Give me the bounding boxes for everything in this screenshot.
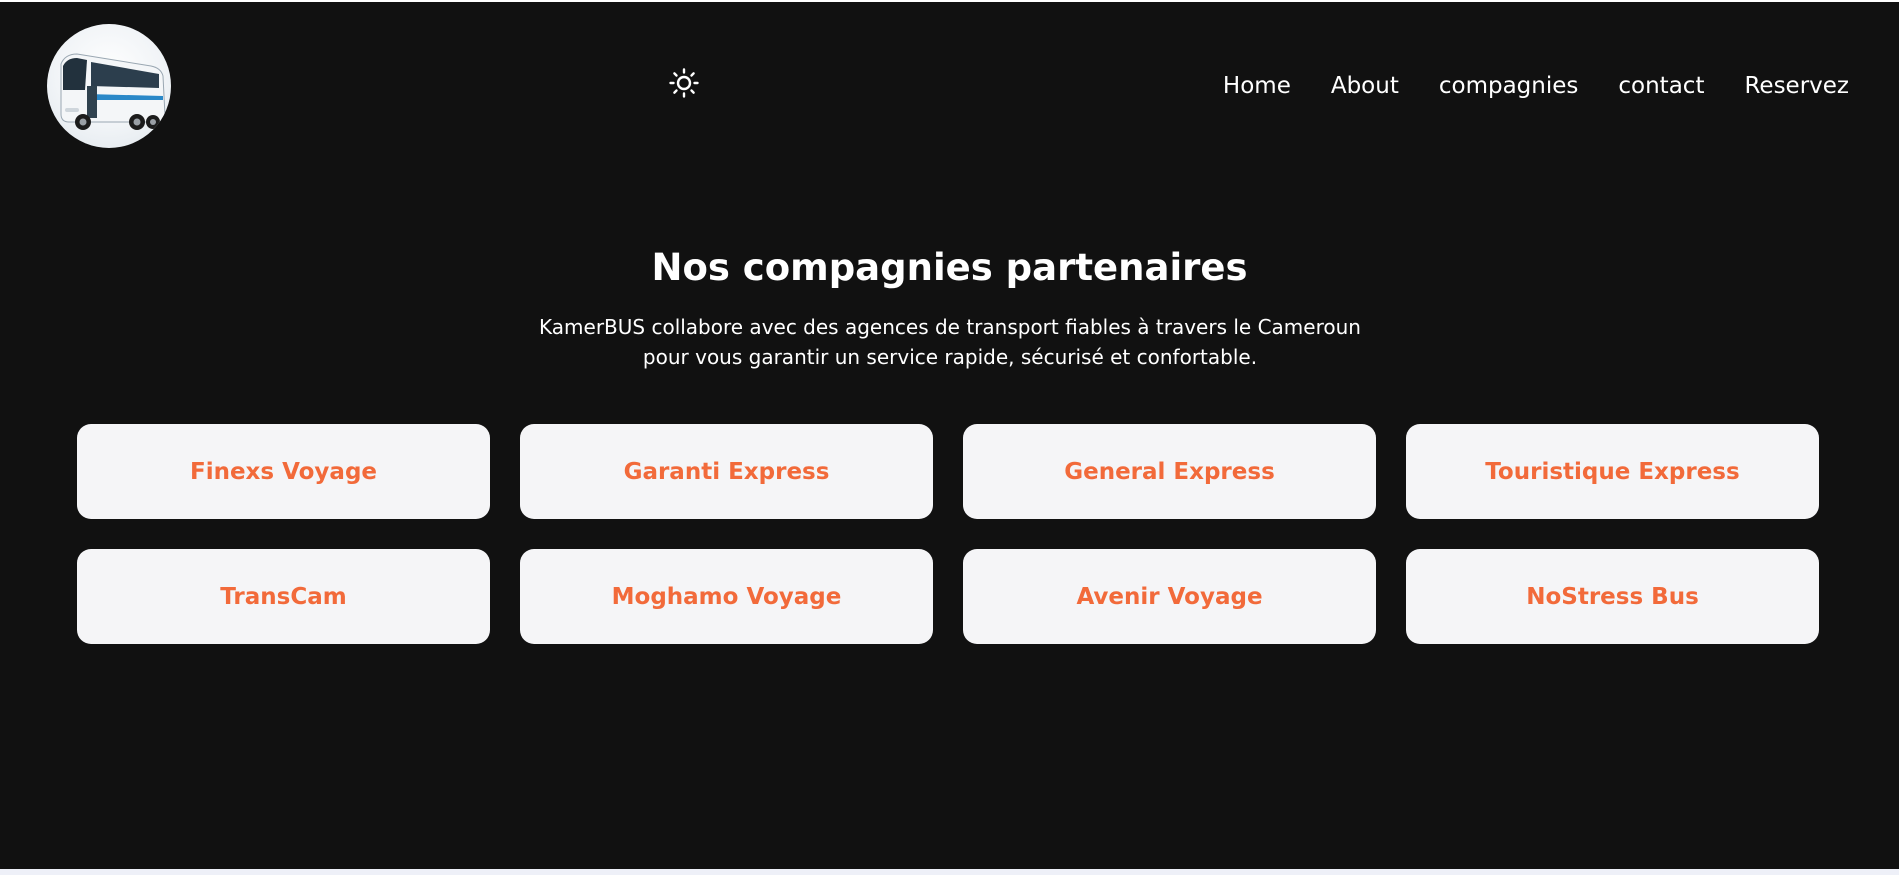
company-name: Moghamo Voyage <box>611 583 842 610</box>
nav-reservez[interactable]: Reservez <box>1744 68 1849 104</box>
company-name: General Express <box>1064 458 1275 485</box>
page: Home About compagnies contact Reservez N… <box>0 0 1899 869</box>
company-name: TransCam <box>220 583 347 610</box>
sun-icon <box>669 68 699 98</box>
company-card-garanti-express[interactable]: Garanti Express <box>520 424 933 519</box>
nav-contact[interactable]: contact <box>1618 68 1704 104</box>
nav-home[interactable]: Home <box>1223 68 1291 104</box>
bus-logo[interactable] <box>47 24 171 148</box>
company-name: Finexs Voyage <box>189 458 378 485</box>
subtitle-line-2: pour vous garantir un service rapide, sé… <box>642 345 1258 369</box>
main-nav: Home About compagnies contact Reservez <box>1223 68 1849 104</box>
page-subtitle: KamerBUS collabore avec des agences de t… <box>510 312 1390 372</box>
companies-grid: Finexs Voyage Garanti Express General Ex… <box>77 424 1819 644</box>
company-card-avenir-voyage[interactable]: Avenir Voyage <box>963 549 1376 644</box>
company-name: Garanti Express <box>623 458 830 485</box>
company-card-touristique-express[interactable]: Touristique Express <box>1406 424 1819 519</box>
company-card-general-express[interactable]: General Express <box>963 424 1376 519</box>
company-name: NoStress Bus <box>1526 583 1699 610</box>
company-card-finexs-voyage[interactable]: Finexs Voyage <box>77 424 490 519</box>
company-name: Avenir Voyage <box>1076 583 1263 610</box>
nav-about[interactable]: About <box>1331 68 1399 104</box>
subtitle-line-1: KamerBUS collabore avec des agences de t… <box>539 315 1361 339</box>
company-card-nostress-bus[interactable]: NoStress Bus <box>1406 549 1819 644</box>
company-card-transcam[interactable]: TransCam <box>77 549 490 644</box>
page-title: Nos compagnies partenaires <box>651 246 1248 289</box>
company-name: Touristique Express <box>1485 458 1740 485</box>
nav-compagnies[interactable]: compagnies <box>1439 68 1579 104</box>
company-card-moghamo-voyage[interactable]: Moghamo Voyage <box>520 549 933 644</box>
theme-toggle-button[interactable] <box>668 67 700 99</box>
bus-icon <box>60 53 166 130</box>
